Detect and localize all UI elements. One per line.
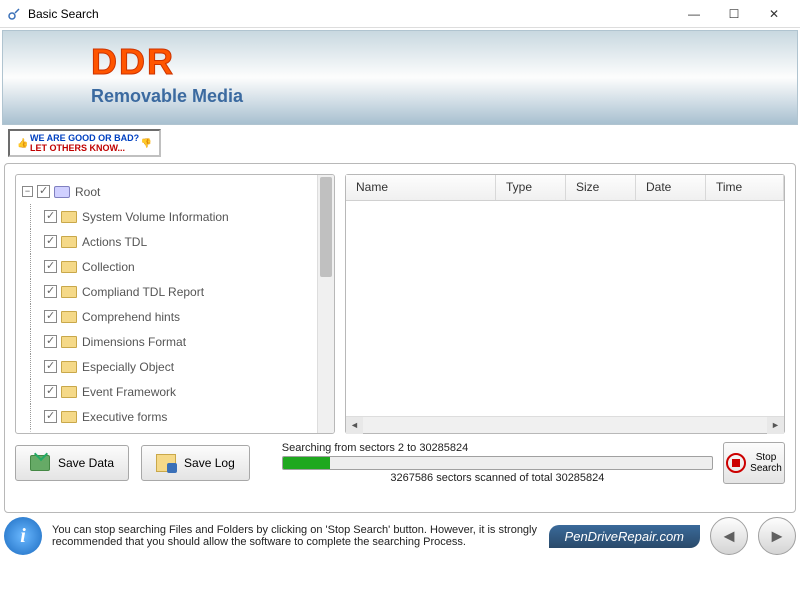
minimize-button[interactable]: —: [674, 0, 714, 28]
tree-item[interactable]: Event Framework: [16, 379, 317, 404]
progress-bar: [282, 456, 713, 470]
maximize-button[interactable]: ☐: [714, 0, 754, 28]
checkbox[interactable]: [44, 285, 57, 298]
save-log-label: Save Log: [184, 456, 235, 470]
feedback-line1: WE ARE GOOD OR BAD?: [30, 133, 139, 143]
checkbox[interactable]: [44, 310, 57, 323]
tree-item[interactable]: First Recorded: [16, 429, 317, 433]
col-size[interactable]: Size: [566, 175, 636, 200]
footer: i You can stop searching Files and Folde…: [4, 517, 796, 555]
list-body: [346, 201, 784, 416]
folder-icon: [61, 211, 77, 223]
close-button[interactable]: ✕: [754, 0, 794, 28]
feedback-line2: LET OTHERS KNOW...: [30, 143, 125, 153]
tree-item[interactable]: Dimensions Format: [16, 329, 317, 354]
tree-item[interactable]: Collection: [16, 254, 317, 279]
scrollbar-thumb[interactable]: [320, 177, 332, 277]
file-list: Name Type Size Date Time ◄ ►: [345, 174, 785, 434]
checkbox[interactable]: [44, 210, 57, 223]
col-time[interactable]: Time: [706, 175, 784, 200]
collapse-icon[interactable]: −: [22, 186, 33, 197]
main-panel: − Root System Volume Information Actions…: [4, 163, 796, 513]
list-hscrollbar[interactable]: ◄ ►: [346, 416, 784, 433]
tree-item-label: Compliand TDL Report: [82, 285, 204, 299]
tree-item[interactable]: Executive forms: [16, 404, 317, 429]
stop-icon: [726, 453, 746, 473]
save-data-button[interactable]: Save Data: [15, 445, 129, 481]
save-data-icon: [30, 455, 50, 471]
banner-brand: DDR: [91, 41, 175, 83]
footer-text: You can stop searching Files and Folders…: [52, 524, 539, 548]
folder-tree: − Root System Volume Information Actions…: [15, 174, 335, 434]
progress-fill: [283, 457, 330, 469]
window-title: Basic Search: [28, 7, 674, 21]
stop-label: Stop Search: [750, 452, 782, 474]
col-name[interactable]: Name: [346, 175, 496, 200]
tree-scrollbar[interactable]: [317, 175, 334, 433]
folder-icon: [61, 311, 77, 323]
save-data-label: Save Data: [58, 456, 114, 470]
tree-item-label: Dimensions Format: [82, 335, 186, 349]
app-icon: [6, 6, 22, 22]
tree-item-label: Actions TDL: [82, 235, 147, 249]
tree-item-label: Comprehend hints: [82, 310, 180, 324]
scroll-left-icon[interactable]: ◄: [346, 417, 363, 434]
tree-item-label: Especially Object: [82, 360, 174, 374]
scroll-right-icon[interactable]: ►: [767, 417, 784, 434]
checkbox[interactable]: [37, 185, 50, 198]
tree-root-label: Root: [75, 185, 100, 199]
tree-item-label: Event Framework: [82, 385, 176, 399]
folder-icon: [61, 336, 77, 348]
col-date[interactable]: Date: [636, 175, 706, 200]
checkbox[interactable]: [44, 385, 57, 398]
folder-icon: [61, 261, 77, 273]
checkbox[interactable]: [44, 360, 57, 373]
save-log-button[interactable]: Save Log: [141, 445, 250, 481]
progress-sub: 3267586 sectors scanned of total 3028582…: [282, 472, 713, 484]
tree-item[interactable]: Actions TDL: [16, 229, 317, 254]
folder-icon: [61, 386, 77, 398]
nav-back-button[interactable]: ◄: [710, 517, 748, 555]
banner-subtitle: Removable Media: [91, 86, 243, 107]
stop-search-button[interactable]: Stop Search: [723, 442, 785, 484]
drive-icon: [54, 186, 70, 198]
tree-item[interactable]: Especially Object: [16, 354, 317, 379]
tree-item[interactable]: System Volume Information: [16, 204, 317, 229]
checkbox[interactable]: [44, 235, 57, 248]
checkbox[interactable]: [44, 260, 57, 273]
checkbox[interactable]: [44, 335, 57, 348]
feedback-button[interactable]: 👍 WE ARE GOOD OR BAD? LET OTHERS KNOW...…: [8, 129, 161, 157]
folder-icon: [61, 286, 77, 298]
thumb-down-icon: 👎: [139, 138, 153, 149]
progress-label: Searching from sectors 2 to 30285824: [282, 442, 713, 454]
banner: DDR Removable Media: [2, 30, 798, 125]
feedback-strip: 👍 WE ARE GOOD OR BAD? LET OTHERS KNOW...…: [4, 127, 796, 159]
list-header: Name Type Size Date Time: [346, 175, 784, 201]
folder-icon: [61, 236, 77, 248]
tree-item[interactable]: Compliand TDL Report: [16, 279, 317, 304]
col-type[interactable]: Type: [496, 175, 566, 200]
checkbox[interactable]: [44, 410, 57, 423]
tree-root[interactable]: − Root: [16, 179, 317, 204]
titlebar: Basic Search — ☐ ✕: [0, 0, 800, 28]
tree-item[interactable]: Comprehend hints: [16, 304, 317, 329]
footer-brand: PenDriveRepair.com: [549, 525, 700, 548]
info-icon: i: [4, 517, 42, 555]
tree-item-label: Executive forms: [82, 410, 167, 424]
save-log-icon: [156, 454, 176, 472]
folder-icon: [61, 411, 77, 423]
thumb-up-icon: 👍: [16, 138, 30, 149]
folder-icon: [61, 361, 77, 373]
tree-item-label: Collection: [82, 260, 135, 274]
tree-item-label: System Volume Information: [82, 210, 229, 224]
nav-forward-button[interactable]: ►: [758, 517, 796, 555]
